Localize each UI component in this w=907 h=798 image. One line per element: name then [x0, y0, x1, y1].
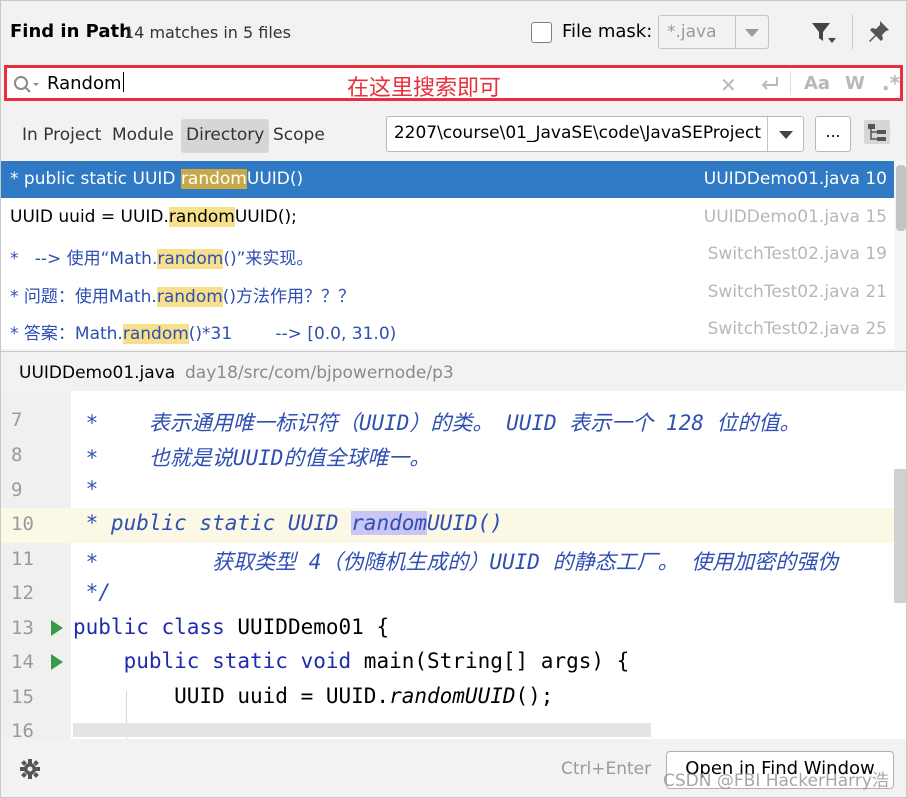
directory-path: 2207\course\01_JavaSE\code\JavaSEProject [393, 123, 761, 143]
words-toggle[interactable]: W [845, 73, 865, 94]
code-line: public class UUIDDemo01 { [73, 615, 390, 639]
match-highlight: random [122, 324, 189, 345]
code-line: * 也就是说UUID的值全球唯一。 [73, 446, 431, 470]
dialog-header: Find in Path 14 matches in 5 files File … [1, 1, 906, 65]
code-line: public static void main(String[] args) { [123, 649, 630, 673]
chevron-down-icon[interactable] [745, 29, 759, 37]
line-number: 9 [11, 479, 23, 501]
run-gutter-icon[interactable] [51, 620, 63, 636]
preview-file-path: day18/src/com/bjpowernode/p3 [185, 363, 454, 383]
shortcut-hint: Ctrl+Enter [561, 759, 652, 779]
find-in-path-dialog: Find in Path 14 matches in 5 files File … [0, 0, 907, 798]
dialog-title: Find in Path [10, 21, 132, 42]
watermark: CSDN @FBI HackerHarry浩 [663, 771, 889, 791]
result-row[interactable]: * public static UUID randomUUID() UUIDDem… [1, 161, 894, 198]
browse-button[interactable]: ... [815, 116, 851, 152]
new-line-icon[interactable] [759, 74, 781, 98]
annotation-text: 在这里搜索即可 [347, 76, 502, 101]
horizontal-scrollbar[interactable] [73, 723, 651, 737]
run-gutter-icon[interactable] [51, 654, 63, 670]
result-line-text: * 答案：Math.random()*31 --> [0.0, 31.0) [10, 324, 397, 345]
file-mask-checkbox[interactable] [531, 22, 552, 43]
result-file-location: UUIDDemo01.java 15 [703, 206, 887, 227]
chevron-down-icon[interactable] [779, 131, 793, 139]
match-highlight: random [180, 169, 247, 189]
recursive-tree-icon[interactable] [863, 119, 891, 149]
line-number: 11 [11, 548, 34, 570]
result-line-text: * --> 使用“Math.random()”来实现。 [10, 249, 314, 270]
line-number: 15 [11, 686, 34, 708]
result-line-text: UUID uuid = UUID.randomUUID(); [10, 206, 297, 227]
result-row[interactable]: UUID uuid = UUID.randomUUID(); UUIDDemo01… [1, 199, 894, 236]
scope-selector: In Project Module Directory Scope 2207\c… [1, 107, 906, 161]
clear-icon[interactable]: ✕ [720, 73, 737, 97]
file-mask-value: *.java [667, 22, 717, 42]
results-scrollbar-thumb[interactable] [896, 165, 906, 231]
file-mask-label[interactable]: File mask: [562, 21, 652, 42]
directory-combo[interactable]: 2207\course\01_JavaSE\code\JavaSEProject [386, 116, 804, 152]
result-file-location: SwitchTest02.java 25 [707, 319, 887, 340]
results-list: * 答案：Math.random()*31 --> [0.0, 31.0) Swi… [1, 161, 906, 349]
line-number: 12 [11, 582, 34, 604]
tab-module[interactable]: Module [107, 119, 179, 153]
dialog-footer: Ctrl+Enter Open in Find Window CSDN @FBI… [1, 739, 906, 797]
preview-header: UUIDDemo01.java day18/src/com/bjpowernod… [1, 351, 906, 391]
tab-scope[interactable]: Scope [268, 119, 330, 153]
result-file-location: UUIDDemo01.java 10 [703, 169, 887, 189]
result-file-location: SwitchTest02.java 19 [707, 244, 887, 265]
result-row[interactable]: * 答案：Math.random()*31 --> [0.0, 31.0) Swi… [1, 311, 894, 348]
line-number: 8 [11, 444, 23, 466]
code-line: */ [73, 580, 111, 604]
code-line: * 获取类型 4（伪随机生成的）UUID 的静态工厂。 使用加密的强伪 [73, 550, 839, 574]
regex-toggle[interactable]: .* [882, 71, 900, 95]
tab-in-project[interactable]: In Project [17, 119, 106, 153]
vertical-scrollbar[interactable] [894, 469, 906, 603]
file-mask-combo[interactable]: *.java [658, 15, 769, 49]
match-case-toggle[interactable]: Aa [804, 73, 830, 94]
search-input[interactable]: Random [47, 72, 124, 94]
search-history-icon[interactable] [12, 74, 42, 100]
line-number: 10 [11, 513, 34, 535]
filter-icon[interactable] [811, 21, 837, 49]
line-number: 13 [11, 617, 34, 639]
code-line: * [73, 477, 99, 501]
match-highlight: random [168, 206, 235, 227]
occurrence-highlight: random [351, 511, 428, 535]
code-preview[interactable]: 7 8 9 10 11 12 13 14 15 16 * 表示通用唯一标识符（U… [1, 391, 906, 739]
tab-directory[interactable]: Directory [181, 119, 270, 153]
match-count: 14 matches in 5 files [124, 23, 291, 42]
result-row[interactable]: * 问题：使用Math.random()方法作用？？？ SwitchTest02.… [1, 274, 894, 311]
line-number: 16 [11, 720, 34, 739]
match-highlight: random [156, 286, 223, 307]
line-number: 7 [11, 409, 23, 431]
line-number: 14 [11, 651, 34, 673]
code-line: * public static UUID randomUUID() [73, 511, 503, 535]
search-field[interactable]: Random 在这里搜索即可 ✕ Aa W .* [4, 65, 903, 101]
gear-icon[interactable] [19, 758, 41, 784]
code-line: * 表示通用唯一标识符（UUID）的类。 UUID 表示一个 128 位的值。 [73, 411, 801, 435]
result-line-text: * 问题：使用Math.random()方法作用？？？ [10, 286, 356, 307]
code-line: UUID uuid = UUID.randomUUID(); [73, 684, 554, 708]
match-highlight: random [157, 249, 224, 270]
preview-file-name: UUIDDemo01.java [19, 363, 176, 383]
result-file-location: SwitchTest02.java 21 [707, 281, 887, 302]
pin-icon[interactable] [867, 19, 891, 49]
result-row[interactable]: * --> 使用“Math.random()”来实现。 SwitchTest02.… [1, 236, 894, 273]
result-line-text: * public static UUID randomUUID() [10, 169, 304, 189]
